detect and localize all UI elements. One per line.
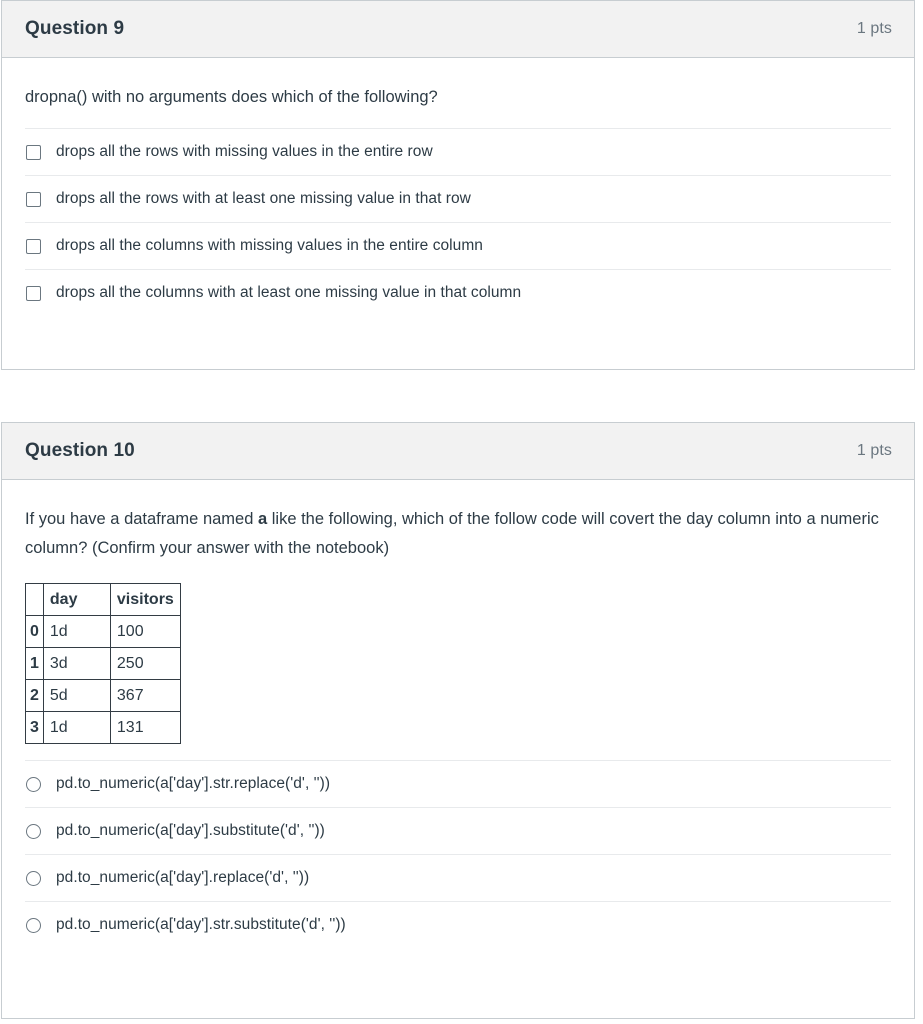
table-cell-day: 1d (42, 711, 111, 744)
answer-option-label: drops all the columns with missing value… (56, 237, 483, 254)
question-prompt-10: If you have a dataframe named a like the… (25, 480, 891, 569)
table-row-index: 2 (25, 679, 44, 712)
answer-option-row[interactable]: pd.to_numeric(a['day'].substitute('d', '… (25, 807, 891, 854)
question-card-10: Question 10 1 pts If you have a datafram… (1, 422, 915, 1019)
dataframe-head: day visitors (25, 583, 181, 616)
question-card-9: Question 9 1 pts dropna() with no argume… (1, 0, 915, 370)
radio-icon[interactable] (26, 917, 41, 933)
answer-option-label: pd.to_numeric(a['day'].str.substitute('d… (56, 916, 346, 933)
table-row-index: 1 (25, 647, 44, 680)
radio-icon[interactable] (26, 870, 41, 886)
table-corner-cell (25, 583, 44, 616)
prompt-dataframe-name: a (257, 510, 268, 528)
table-column-header-visitors: visitors (109, 583, 181, 616)
table-cell-visitors: 250 (109, 647, 181, 680)
radio-icon[interactable] (26, 776, 41, 792)
answer-option-label: pd.to_numeric(a['day'].str.replace('d', … (56, 775, 331, 792)
answer-option-row[interactable]: drops all the columns with missing value… (25, 222, 891, 269)
table-row: 3 1d 131 (25, 711, 181, 744)
question-header-9: Question 9 1 pts (2, 1, 914, 58)
question-title-9: Question 9 (25, 18, 125, 39)
question-points-10: 1 pts (856, 442, 892, 459)
quiz-page: Question 9 1 pts dropna() with no argume… (0, 0, 923, 1024)
answer-option-label: pd.to_numeric(a['day'].replace('d', '')) (56, 869, 310, 886)
answer-option-row[interactable]: pd.to_numeric(a['day'].str.replace('d', … (25, 760, 891, 807)
table-cell-day: 3d (42, 647, 111, 680)
checkbox-icon[interactable] (26, 144, 41, 160)
table-header-row: day visitors (25, 583, 181, 616)
answer-option-label: drops all the rows with missing values i… (56, 143, 433, 160)
table-row-index: 0 (25, 615, 44, 648)
checkbox-icon[interactable] (26, 285, 41, 301)
table-cell-visitors: 131 (109, 711, 181, 744)
table-row: 0 1d 100 (25, 615, 181, 648)
answer-option-row[interactable]: drops all the rows with at least one mis… (25, 175, 891, 222)
question-body-9: dropna() with no arguments does which of… (2, 58, 914, 316)
table-column-header-day: day (42, 583, 111, 616)
answer-option-label: drops all the rows with at least one mis… (56, 190, 471, 207)
question-points-9: 1 pts (856, 20, 892, 37)
table-cell-visitors: 367 (109, 679, 181, 712)
answer-list-9: drops all the rows with missing values i… (25, 128, 891, 316)
answer-option-label: drops all the columns with at least one … (56, 284, 522, 301)
dataframe-body: 0 1d 100 1 3d 250 2 5d 367 3 1d 131 (25, 615, 181, 744)
table-row: 2 5d 367 (25, 679, 181, 712)
checkbox-icon[interactable] (26, 191, 41, 207)
checkbox-icon[interactable] (26, 238, 41, 254)
question-prompt-9: dropna() with no arguments does which of… (25, 88, 438, 106)
dataframe-preview: day visitors 0 1d 100 1 3d 250 2 5d 367 … (25, 569, 891, 750)
table-cell-day: 1d (42, 615, 111, 648)
table-cell-visitors: 100 (109, 615, 181, 648)
prompt-text-part1: If you have a dataframe named (25, 510, 258, 528)
answer-option-label: pd.to_numeric(a['day'].substitute('d', '… (56, 822, 325, 839)
question-body-10: If you have a dataframe named a like the… (2, 480, 914, 948)
question-title-10: Question 10 (25, 440, 135, 461)
table-cell-day: 5d (42, 679, 111, 712)
dataframe-table: day visitors 0 1d 100 1 3d 250 2 5d 367 … (25, 583, 181, 744)
answer-option-row[interactable]: drops all the rows with missing values i… (25, 128, 891, 175)
table-row: 1 3d 250 (25, 647, 181, 680)
answer-list-10: pd.to_numeric(a['day'].str.replace('d', … (25, 760, 891, 948)
answer-option-row[interactable]: pd.to_numeric(a['day'].str.substitute('d… (25, 901, 891, 948)
question-header-10: Question 10 1 pts (2, 423, 914, 480)
table-row-index: 3 (25, 711, 44, 744)
radio-icon[interactable] (26, 823, 41, 839)
answer-option-row[interactable]: drops all the columns with at least one … (25, 269, 891, 316)
answer-option-row[interactable]: pd.to_numeric(a['day'].replace('d', '')) (25, 854, 891, 901)
